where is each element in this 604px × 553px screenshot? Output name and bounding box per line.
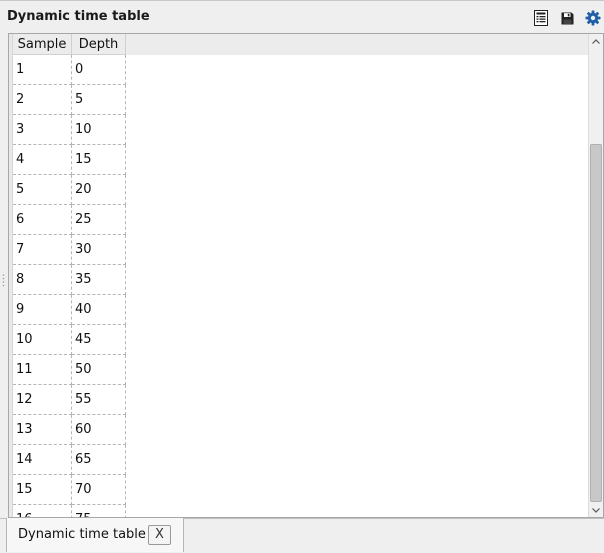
cell-sample[interactable]: 5 — [13, 175, 72, 205]
cell-sample[interactable]: 13 — [13, 415, 72, 445]
cell-depth[interactable]: 25 — [72, 205, 126, 235]
table-row[interactable]: 10 45 — [13, 325, 126, 355]
column-header-sample[interactable]: Sample — [13, 34, 72, 55]
cell-sample[interactable]: 7 — [13, 235, 72, 265]
table-row[interactable]: 25 — [13, 85, 126, 115]
panel-title-bar: Dynamic time table — [0, 0, 604, 32]
cell-depth[interactable]: 30 — [72, 235, 126, 265]
vertical-scrollbar[interactable] — [588, 34, 603, 517]
table-row[interactable]: 9 40 — [13, 295, 126, 325]
tab-dynamic-time-table[interactable]: Dynamic time table X — [6, 518, 184, 552]
table-row[interactable]: 13 60 — [13, 415, 126, 445]
table-row[interactable]: 5 20 — [13, 175, 126, 205]
cell-depth[interactable]: 40 — [72, 295, 126, 325]
cell-sample[interactable]: 15 — [13, 475, 72, 505]
cell-sample[interactable]: 11 — [13, 355, 72, 385]
table-row[interactable]: 4 15 — [13, 145, 126, 175]
cell-sample[interactable]: 16 — [13, 505, 72, 517]
cell-depth[interactable]: 5 — [72, 85, 126, 115]
table-row[interactable]: 8 35 — [13, 265, 126, 295]
cell-sample[interactable]: 8 — [13, 265, 72, 295]
cell-sample[interactable]: 10 — [13, 325, 72, 355]
cell-depth[interactable]: 20 — [72, 175, 126, 205]
cell-depth[interactable]: 10 — [72, 115, 126, 145]
dynamic-time-table-panel: Dynamic time table Sample Depth 1 0 2 5 … — [0, 0, 604, 553]
scrollbar-thumb[interactable] — [590, 144, 602, 502]
cell-sample[interactable]: 1 — [13, 55, 72, 85]
cell-sample[interactable]: 6 — [13, 205, 72, 235]
cell-depth[interactable]: 45 — [72, 325, 126, 355]
table-row[interactable]: 1675 — [13, 505, 126, 517]
cell-depth[interactable]: 75 — [72, 505, 126, 517]
scroll-up-arrow-icon[interactable] — [589, 34, 603, 48]
table-row[interactable]: 11 50 — [13, 355, 126, 385]
cell-depth[interactable]: 35 — [72, 265, 126, 295]
cell-depth[interactable]: 55 — [72, 385, 126, 415]
cell-depth[interactable]: 50 — [72, 355, 126, 385]
column-header-depth[interactable]: Depth — [72, 34, 126, 55]
resize-grip-icon[interactable] — [2, 272, 5, 287]
table-viewport: Sample Depth 1 0 2 5 3 10 4 15 5 20 6 25 7 30 8 35 9 40 10… — [13, 34, 588, 517]
table-row[interactable]: 12 55 — [13, 385, 126, 415]
table-row[interactable]: 3 10 — [13, 115, 126, 145]
cell-depth[interactable]: 60 — [72, 415, 126, 445]
save-icon[interactable] — [558, 9, 576, 27]
table-body: 1 0 2 5 3 10 4 15 5 20 6 25 7 30 8 35 9 40 10 45 11 50 12 55 13 6… — [13, 55, 588, 517]
tab-label: Dynamic time table — [18, 527, 146, 542]
cell-sample[interactable]: 4 — [13, 145, 72, 175]
table-row[interactable]: 6 25 — [13, 205, 126, 235]
table-row[interactable]: 15 70 — [13, 475, 126, 505]
table-row[interactable]: 14 65 — [13, 445, 126, 475]
panel-title: Dynamic time table — [7, 9, 150, 24]
cell-depth[interactable]: 65 — [72, 445, 126, 475]
settings-gear-icon[interactable] — [584, 9, 602, 27]
panel-toolbar — [524, 9, 602, 27]
cell-sample[interactable]: 14 — [13, 445, 72, 475]
cell-sample[interactable]: 3 — [13, 115, 72, 145]
cell-sample[interactable]: 9 — [13, 295, 72, 325]
cell-sample[interactable]: 2 — [13, 85, 72, 115]
tab-strip: Dynamic time table X — [0, 518, 604, 553]
table-header-row: Sample Depth — [13, 34, 588, 55]
cell-depth[interactable]: 0 — [72, 55, 126, 85]
cell-sample[interactable]: 12 — [13, 385, 72, 415]
data-table: Sample Depth 1 0 2 5 3 10 4 15 5 20 6 25 7 30 8 35 9 40 10… — [8, 33, 604, 518]
header-filler — [126, 34, 588, 55]
cell-depth[interactable]: 15 — [72, 145, 126, 175]
table-row[interactable]: 7 30 — [13, 235, 126, 265]
cell-depth[interactable]: 70 — [72, 475, 126, 505]
close-tab-button[interactable]: X — [148, 525, 171, 545]
scroll-down-arrow-icon[interactable] — [589, 503, 603, 517]
table-view-icon[interactable] — [532, 9, 550, 27]
table-row[interactable]: 10 — [13, 55, 126, 85]
